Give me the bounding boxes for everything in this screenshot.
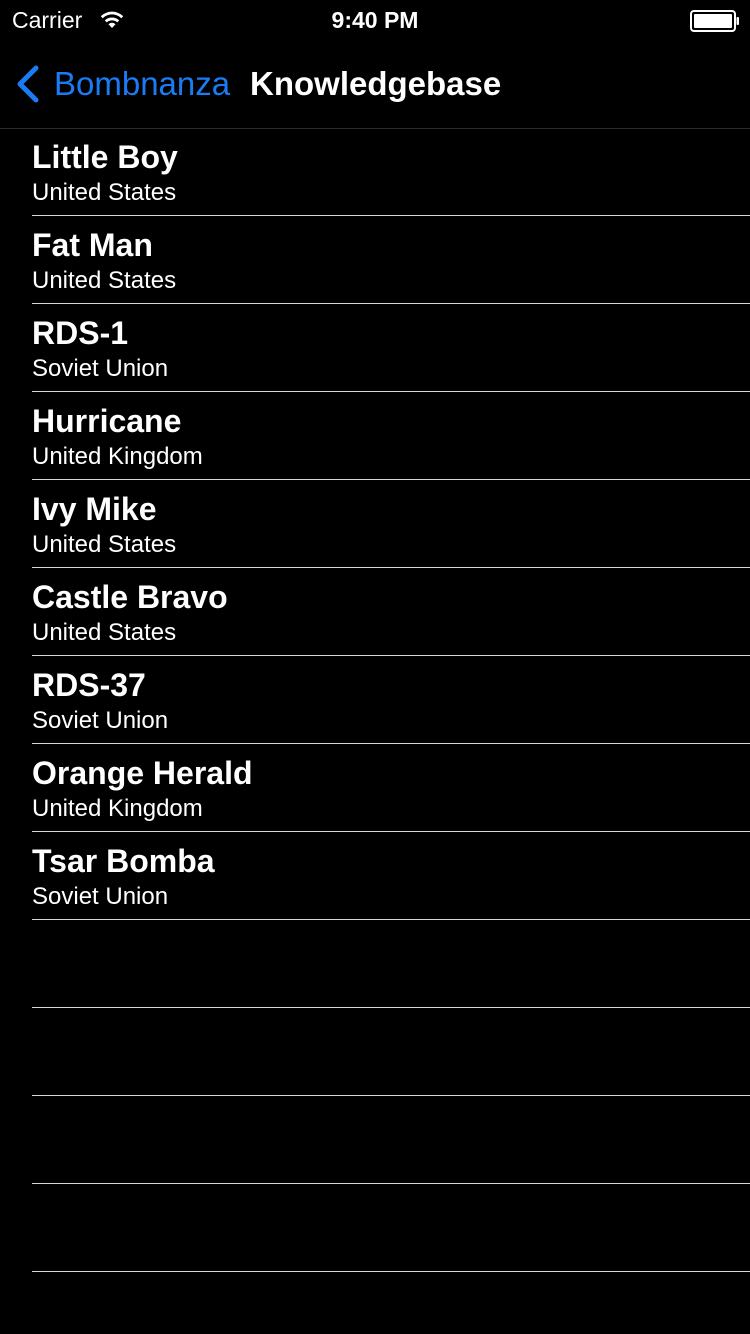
empty-list-row xyxy=(0,920,750,1008)
list-item-subtitle: Soviet Union xyxy=(32,355,169,382)
list-item-subtitle: United States xyxy=(32,531,177,558)
list-item-title: Ivy Mike xyxy=(32,491,157,527)
list-item-title: Castle Bravo xyxy=(32,579,228,615)
status-time: 9:40 PM xyxy=(331,7,419,33)
list-item[interactable]: Castle Bravo United States xyxy=(0,568,750,656)
list-item-subtitle: United Kingdom xyxy=(32,443,203,470)
list-item-subtitle: United States xyxy=(32,267,177,294)
list-item-subtitle: United States xyxy=(32,179,177,206)
list-item-title: Little Boy xyxy=(32,139,178,175)
battery-icon xyxy=(690,10,739,32)
screen: Carrier 9:40 PM Bombnanza Knowledgebase … xyxy=(0,0,750,1334)
list-item-subtitle: United Kingdom xyxy=(32,795,203,822)
list-item[interactable]: Orange Herald United Kingdom xyxy=(0,744,750,832)
empty-list-row xyxy=(0,1184,750,1272)
navigation-bar: Bombnanza Knowledgebase xyxy=(0,40,750,129)
list-item[interactable]: RDS-37 Soviet Union xyxy=(0,656,750,744)
list-item[interactable]: Hurricane United Kingdom xyxy=(0,392,750,480)
back-button-label: Bombnanza xyxy=(54,65,231,102)
list-item-title: Tsar Bomba xyxy=(32,843,215,879)
list-item-title: Fat Man xyxy=(32,227,153,263)
list-item[interactable]: RDS-1 Soviet Union xyxy=(0,304,750,392)
back-button[interactable]: Bombnanza xyxy=(14,62,230,106)
page-title: Knowledgebase xyxy=(250,65,502,102)
weapon-list: Little Boy United States Fat Man United … xyxy=(0,128,750,1272)
list-item[interactable]: Fat Man United States xyxy=(0,216,750,304)
list-item[interactable]: Tsar Bomba Soviet Union xyxy=(0,832,750,920)
list-item-title: Hurricane xyxy=(32,403,182,439)
list-item-title: Orange Herald xyxy=(32,755,253,791)
list-item[interactable]: Ivy Mike United States xyxy=(0,480,750,568)
list-item-subtitle: United States xyxy=(32,619,177,646)
list-item-subtitle: Soviet Union xyxy=(32,883,169,910)
status-bar: Carrier 9:40 PM xyxy=(0,0,750,40)
list-item[interactable]: Little Boy United States xyxy=(0,128,750,216)
list-item-title: RDS-37 xyxy=(32,667,146,703)
empty-list-row xyxy=(0,1008,750,1096)
empty-list-row xyxy=(0,1096,750,1184)
list-item-subtitle: Soviet Union xyxy=(32,707,169,734)
chevron-left-icon xyxy=(17,65,39,103)
list-item-title: RDS-1 xyxy=(32,315,129,351)
